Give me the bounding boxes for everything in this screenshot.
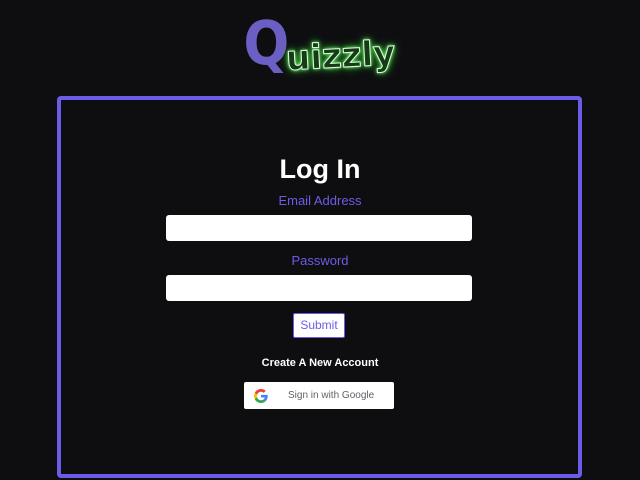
app-logo: Q uizzly [0, 7, 640, 80]
email-label: Email Address [278, 193, 362, 208]
logo-wordmark: Q uizzly [243, 7, 397, 80]
password-label: Password [291, 253, 349, 268]
logo-letter-q: Q [243, 7, 290, 79]
google-sign-in-button[interactable]: Sign in with Google [244, 382, 394, 409]
submit-button[interactable]: Submit [293, 313, 345, 338]
logo-letters-rest: uizzly [285, 33, 397, 80]
create-account-link[interactable]: Create A New Account [0, 356, 640, 370]
google-sign-in-label: Sign in with Google [288, 390, 375, 401]
login-page: Q uizzly Log In Email Address Password S… [0, 0, 640, 480]
google-g-icon [254, 388, 268, 403]
email-field[interactable] [166, 215, 472, 241]
page-title: Log In [279, 154, 361, 184]
password-field[interactable] [166, 275, 472, 301]
